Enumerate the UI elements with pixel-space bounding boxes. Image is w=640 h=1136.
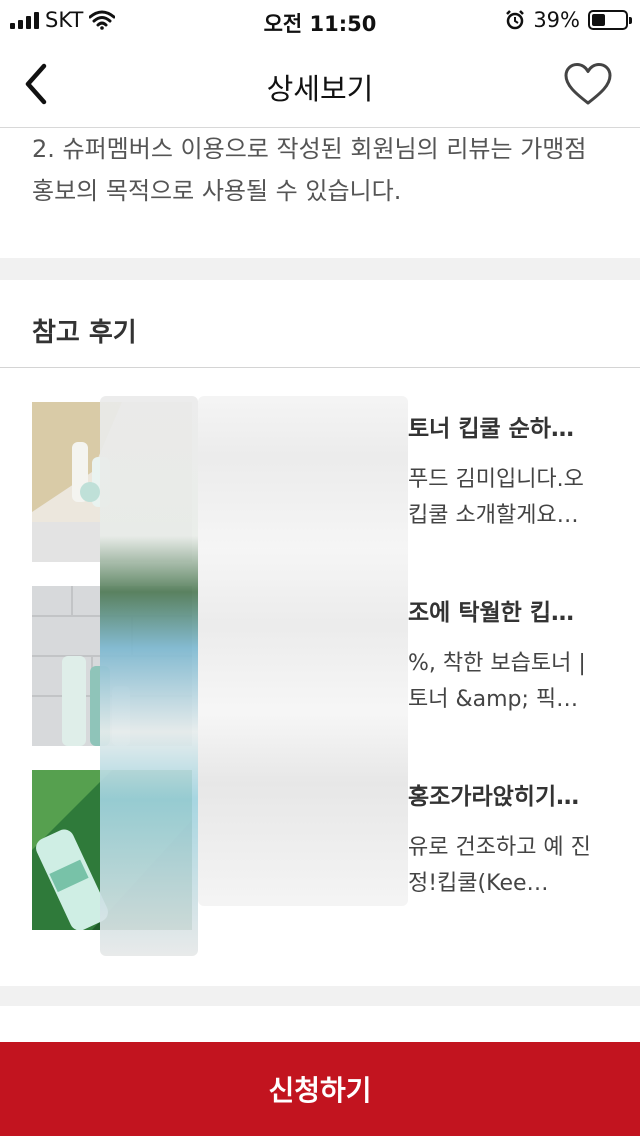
section-divider bbox=[0, 258, 640, 280]
blurred-overlay bbox=[100, 396, 198, 956]
alarm-icon bbox=[506, 10, 525, 30]
battery-percent: 39% bbox=[533, 8, 580, 32]
heart-outline-icon bbox=[564, 63, 612, 105]
section-divider bbox=[0, 986, 640, 1006]
status-right: 39% bbox=[505, 8, 632, 32]
nav-bar: 상세보기 bbox=[0, 42, 640, 128]
reviews-header: 참고 후기 bbox=[0, 280, 640, 368]
battery-icon bbox=[588, 10, 632, 30]
page-title: 상세보기 bbox=[266, 72, 374, 106]
notice-text: 2. 슈퍼멤버스 이용으로 작성된 회원님의 리뷰는 가맹점 홍보의 목적으로 … bbox=[32, 135, 587, 205]
apply-button[interactable]: 신청하기 bbox=[0, 1042, 640, 1136]
reviews-title: 참고 후기 bbox=[32, 318, 137, 348]
notice-section: 2. 슈퍼멤버스 이용으로 작성된 회원님의 리뷰는 가맹점 홍보의 목적으로 … bbox=[0, 128, 640, 258]
status-bar: SKT 오전 11:50 39% bbox=[0, 0, 640, 42]
blurred-overlay bbox=[198, 396, 408, 906]
favorite-button[interactable] bbox=[560, 56, 616, 112]
